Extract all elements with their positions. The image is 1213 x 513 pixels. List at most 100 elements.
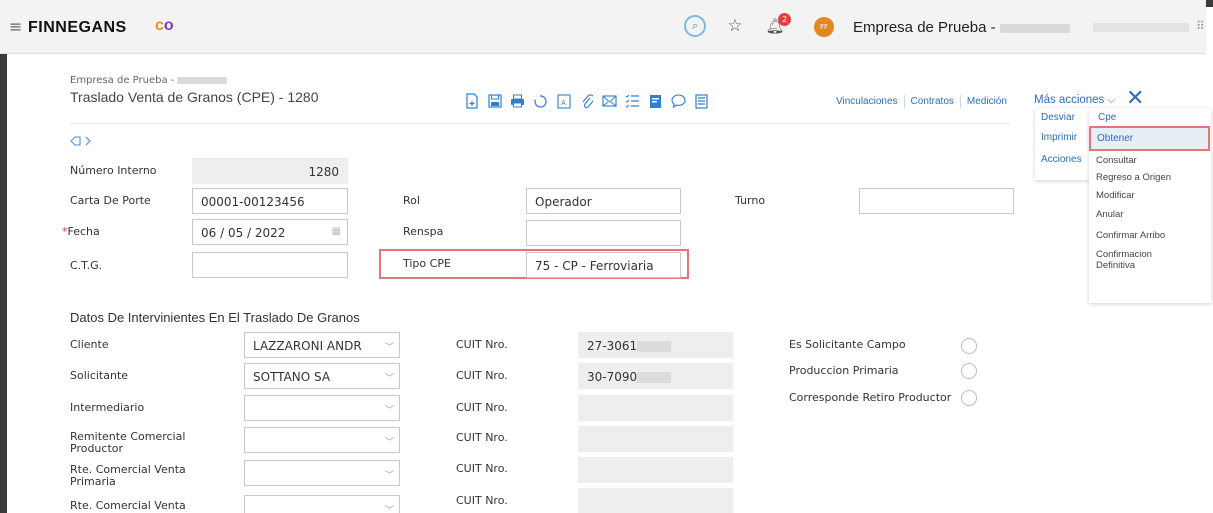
cuit-field [578, 488, 733, 513]
es-solicitante-campo-radio[interactable] [961, 338, 977, 354]
checklist-icon[interactable] [621, 92, 644, 110]
cuit-label: CUIT Nro. [456, 338, 508, 351]
apps-grid-icon[interactable]: ⠿ [1196, 19, 1205, 33]
carta-de-porte-field[interactable]: 00001-00123456 [192, 188, 348, 214]
rol-field[interactable]: Operador [526, 188, 681, 214]
ctg-field[interactable] [192, 252, 348, 278]
intermediario-select[interactable]: ﹀ [244, 395, 400, 421]
cuit-label: CUIT Nro. [456, 431, 508, 444]
link-contratos[interactable]: Contratos [905, 95, 961, 108]
menu-item-modificar[interactable]: Modificar [1096, 190, 1135, 201]
menu-item-acciones[interactable]: Acciones [1041, 154, 1082, 165]
menu-item-regreso-a-origen[interactable]: Regreso a Origen [1096, 172, 1171, 183]
renspa-label: Renspa [403, 225, 444, 238]
tipo-cpe-field[interactable]: 75 - CP - Ferroviaria [526, 252, 681, 278]
history-icon[interactable] [529, 92, 552, 110]
hamburger-menu-icon[interactable]: ≡ [9, 17, 22, 36]
cuit-field: 27-3061 [578, 332, 733, 358]
toolbar: A [460, 91, 713, 111]
tipo-cpe-label: Tipo CPE [403, 257, 451, 270]
cuit-field [578, 426, 733, 452]
remitente-comercial-productor-label: Remitente Comercial Productor [70, 430, 186, 455]
rte-comercial-venta-primaria-label: Rte. Comercial Venta Primaria [70, 463, 186, 488]
turno-field[interactable] [859, 188, 1014, 214]
cliente-select[interactable]: LAZZARONI ANDR ﹀ [244, 332, 400, 358]
svg-text:A: A [561, 99, 566, 107]
renspa-field[interactable] [526, 220, 681, 246]
carta-de-porte-label: Carta De Porte [70, 194, 151, 207]
chevron-down-icon: ﹀ [384, 374, 394, 384]
brand-logo: FINNEGANS [28, 19, 127, 36]
chevron-down-icon: ⌵ [1107, 95, 1116, 106]
menu-item-confirmacion-definitiva[interactable]: Confirmacion Definitiva [1096, 249, 1176, 271]
company-name[interactable]: Empresa de Prueba - [853, 19, 1070, 36]
brand-mark: co [155, 17, 174, 34]
main-content: Empresa de Prueba - Traslado Venta de Gr… [7, 55, 1213, 513]
cuit-label: CUIT Nro. [456, 369, 508, 382]
divider [70, 123, 1010, 124]
top-bar: ≡ FINNEGANS co ⌕ ☆ 🔔︎ 2 FF Empresa de Pr… [0, 0, 1206, 54]
fecha-label: *Fecha [62, 225, 100, 238]
tag-icon[interactable] [70, 135, 92, 151]
notification-badge: 2 [778, 13, 791, 26]
print-icon[interactable] [506, 92, 529, 110]
chevron-down-icon: ﹀ [384, 406, 394, 416]
produccion-primaria-label: Produccion Primaria [789, 364, 899, 377]
menu-item-desviar[interactable]: Desviar [1041, 112, 1075, 123]
document-icon[interactable] [644, 92, 667, 110]
solicitante-select[interactable]: SOTTANO SA ﹀ [244, 363, 400, 389]
numero-interno-label: Número Interno [70, 164, 157, 177]
es-solicitante-campo-label: Es Solicitante Campo [789, 338, 906, 351]
cliente-label: Cliente [70, 338, 109, 351]
fecha-field[interactable]: 06 / 05 / 2022 ▦ [192, 219, 348, 245]
mail-icon[interactable] [598, 92, 621, 110]
attach-icon[interactable] [575, 92, 598, 110]
avatar[interactable]: FF [814, 17, 834, 37]
chevron-down-icon: ﹀ [384, 343, 394, 353]
list-icon[interactable] [690, 92, 713, 110]
save-icon[interactable] [483, 92, 506, 110]
menu-item-anular[interactable]: Anular [1096, 209, 1123, 220]
numero-interno-field: 1280 [192, 158, 348, 184]
comment-icon[interactable] [667, 92, 690, 110]
cuit-label: CUIT Nro. [456, 494, 508, 507]
menu-item-consultar[interactable]: Consultar [1096, 155, 1137, 166]
corresponde-retiro-productor-radio[interactable] [961, 390, 977, 406]
chevron-down-icon: ﹀ [384, 506, 394, 513]
search-icon[interactable]: ⌕ [684, 15, 706, 37]
turno-label: Turno [735, 194, 766, 207]
remitente-comercial-productor-select[interactable]: ﹀ [244, 427, 400, 453]
corresponde-retiro-productor-label: Corresponde Retiro Productor [789, 391, 952, 404]
menu-item-confirmar-arribo[interactable]: Confirmar Arribo [1096, 230, 1165, 241]
solicitante-label: Solicitante [70, 369, 129, 382]
pdf-icon[interactable]: A [552, 92, 575, 110]
cuit-label: CUIT Nro. [456, 462, 508, 475]
link-vinculaciones[interactable]: Vinculaciones [830, 95, 905, 108]
cuit-label: CUIT Nro. [456, 401, 508, 414]
favorite-star-icon[interactable]: ☆ [724, 15, 746, 37]
chevron-down-icon: ﹀ [384, 471, 394, 481]
rol-label: Rol [403, 194, 420, 207]
intermediario-label: Intermediario [70, 401, 145, 414]
rte-comercial-venta-primaria-select[interactable]: ﹀ [244, 460, 400, 486]
cuit-field [578, 457, 733, 483]
ctg-label: C.T.G. [70, 259, 103, 272]
link-medicion[interactable]: Medición [961, 95, 1013, 108]
page-title: Traslado Venta de Granos (CPE) - 1280 [70, 89, 319, 105]
produccion-primaria-radio[interactable] [961, 363, 977, 379]
new-doc-icon[interactable] [460, 92, 483, 110]
rte-comercial-venta-select[interactable]: ﹀ [244, 495, 400, 513]
calendar-icon[interactable]: ▦ [332, 226, 341, 237]
cuit-field [578, 395, 733, 421]
chevron-down-icon: ﹀ [384, 438, 394, 448]
redacted-text [1093, 23, 1189, 32]
more-actions-button[interactable]: Más acciones ⌵ [1034, 94, 1115, 106]
cuit-field: 30-7090 [578, 363, 733, 389]
menu-item-imprimir[interactable]: Imprimir [1041, 132, 1077, 143]
section-title: Datos De Intervinientes En El Traslado D… [70, 310, 360, 325]
rte-comercial-venta-label: Rte. Comercial Venta [70, 499, 186, 512]
menu-item-obtener[interactable]: Obtener [1089, 126, 1210, 151]
more-actions-menu: Desviar Imprimir Acciones [1035, 108, 1092, 180]
menu-item-cpe[interactable]: Cpe [1098, 112, 1116, 123]
toolbar-links: Vinculaciones Contratos Medición [830, 95, 1013, 108]
